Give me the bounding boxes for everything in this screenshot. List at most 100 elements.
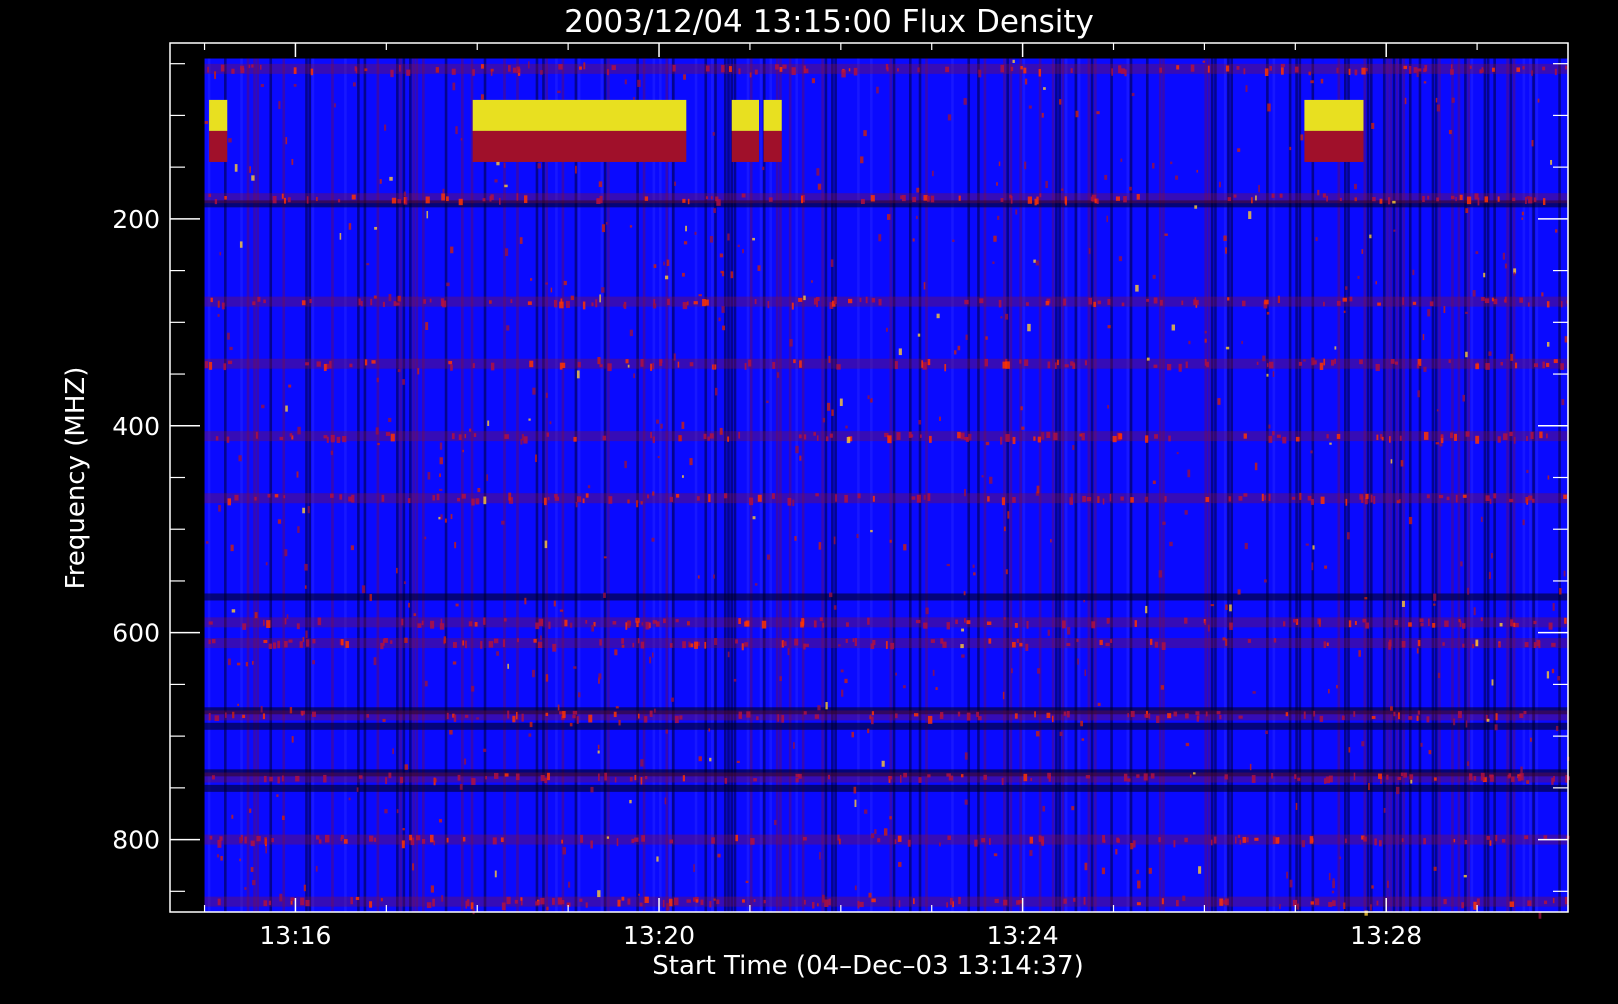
heatmap-speckle: [453, 714, 457, 722]
heatmap-speckle: [1458, 618, 1461, 623]
heatmap-speckle: [1417, 68, 1422, 72]
heatmap-speckle: [1371, 715, 1376, 719]
heatmap-speckle: [1171, 324, 1176, 331]
heatmap-speckle: [640, 759, 644, 767]
heatmap-speckle: [1073, 897, 1076, 902]
heatmap-speckle: [290, 900, 293, 905]
heatmap-speckle: [366, 714, 369, 718]
heatmap-speckle: [562, 899, 565, 905]
heatmap-speckle: [870, 643, 875, 650]
heatmap-speckle: [627, 898, 631, 905]
heatmap-speckle: [1227, 297, 1230, 301]
heatmap-streak: [925, 58, 928, 912]
heatmap-speckle: [1328, 901, 1333, 907]
heatmap-speckle: [963, 618, 966, 623]
heatmap-speckle: [768, 197, 773, 202]
heatmap-speckle: [1508, 773, 1512, 778]
heatmap-speckle: [738, 431, 741, 439]
heatmap-speckle: [687, 198, 690, 205]
heatmap-speckle: [660, 423, 663, 429]
heatmap-speckle: [361, 300, 363, 307]
heatmap-speckle: [1088, 248, 1091, 254]
heatmap-speckle: [871, 298, 876, 303]
heatmap-speckle: [450, 364, 453, 371]
heatmap-streak: [1470, 58, 1474, 912]
heatmap-speckle: [1489, 840, 1492, 846]
heatmap-speckle: [462, 836, 466, 842]
heatmap-streak: [1509, 58, 1513, 912]
heatmap-speckle: [1268, 493, 1271, 502]
heatmap-speckle: [921, 360, 924, 368]
heatmap-speckle: [613, 711, 617, 718]
heatmap-speckle: [1354, 69, 1358, 76]
heatmap-speckle: [1465, 431, 1470, 437]
heatmap-speckle: [1104, 174, 1108, 180]
heatmap-speckle: [1552, 603, 1555, 611]
heatmap-speckle: [1264, 495, 1267, 501]
heatmap-speckle: [307, 506, 310, 514]
heatmap-speckle: [441, 300, 447, 308]
heatmap-speckle: [1323, 301, 1325, 307]
heatmap-speckle: [599, 364, 603, 368]
heatmap-speckle: [896, 432, 901, 440]
heatmap-speckle: [961, 628, 965, 632]
heatmap-speckle: [1436, 197, 1439, 202]
heatmap-speckle: [819, 851, 821, 860]
heatmap-speckle: [1042, 805, 1046, 812]
heatmap-speckle: [284, 618, 287, 625]
heatmap-speckle: [1012, 436, 1016, 445]
heatmap-speckle: [232, 711, 235, 719]
heatmap-speckle: [553, 299, 558, 308]
heatmap-speckle: [1146, 357, 1150, 361]
heatmap-speckle: [397, 369, 401, 373]
heatmap-speckle: [424, 536, 427, 540]
heatmap-speckle: [576, 370, 580, 379]
heatmap-streak: [1512, 58, 1516, 912]
heatmap-speckle: [208, 639, 211, 645]
heatmap-speckle: [250, 840, 255, 847]
heatmap-speckle: [208, 621, 213, 625]
heatmap-speckle: [738, 713, 741, 719]
heatmap-speckle: [1450, 64, 1453, 69]
heatmap-speckle: [792, 499, 795, 507]
heatmap-speckle: [694, 641, 699, 649]
heatmap-speckle: [1176, 65, 1180, 70]
heatmap-speckle: [540, 619, 543, 624]
heatmap-speckle: [435, 67, 439, 73]
heatmap-speckle: [1063, 298, 1067, 306]
heatmap-speckle: [859, 297, 862, 303]
heatmap-speckle: [989, 838, 991, 845]
heatmap-speckle: [219, 251, 222, 256]
heatmap-speckle: [301, 300, 306, 306]
heatmap-speckle: [1066, 643, 1071, 647]
heatmap-speckle: [570, 622, 573, 628]
heatmap-bright-band: [204, 193, 1568, 204]
heatmap-speckle: [1158, 570, 1163, 578]
heatmap-speckle: [546, 906, 549, 911]
heatmap-speckle: [795, 445, 799, 454]
heatmap-speckle: [897, 68, 899, 72]
heatmap-speckle: [1237, 834, 1241, 838]
heatmap-speckle: [627, 499, 630, 504]
heatmap-speckle: [1497, 436, 1501, 443]
heatmap-speckle: [1475, 639, 1479, 647]
heatmap-speckle: [1225, 247, 1228, 254]
heatmap-speckle: [1381, 436, 1384, 441]
heatmap-speckle: [469, 428, 472, 432]
heatmap-speckle: [1297, 777, 1301, 781]
heatmap-streak: [779, 58, 782, 912]
heatmap-streak: [1022, 58, 1026, 912]
heatmap-streak: [642, 58, 646, 912]
heatmap-speckle: [417, 368, 420, 375]
heatmap-speckle: [244, 887, 247, 890]
heatmap-speckle: [1521, 211, 1524, 216]
heatmap-streak: [1431, 58, 1435, 912]
heatmap-speckle: [1090, 196, 1094, 202]
heatmap-speckle: [1433, 866, 1437, 871]
heatmap-speckle: [709, 433, 714, 439]
heatmap-speckle: [540, 635, 542, 641]
heatmap-speckle: [1075, 110, 1079, 118]
heatmap-speckle: [1435, 97, 1438, 103]
heatmap-speckle: [1007, 511, 1010, 519]
heatmap-speckle: [918, 420, 922, 425]
